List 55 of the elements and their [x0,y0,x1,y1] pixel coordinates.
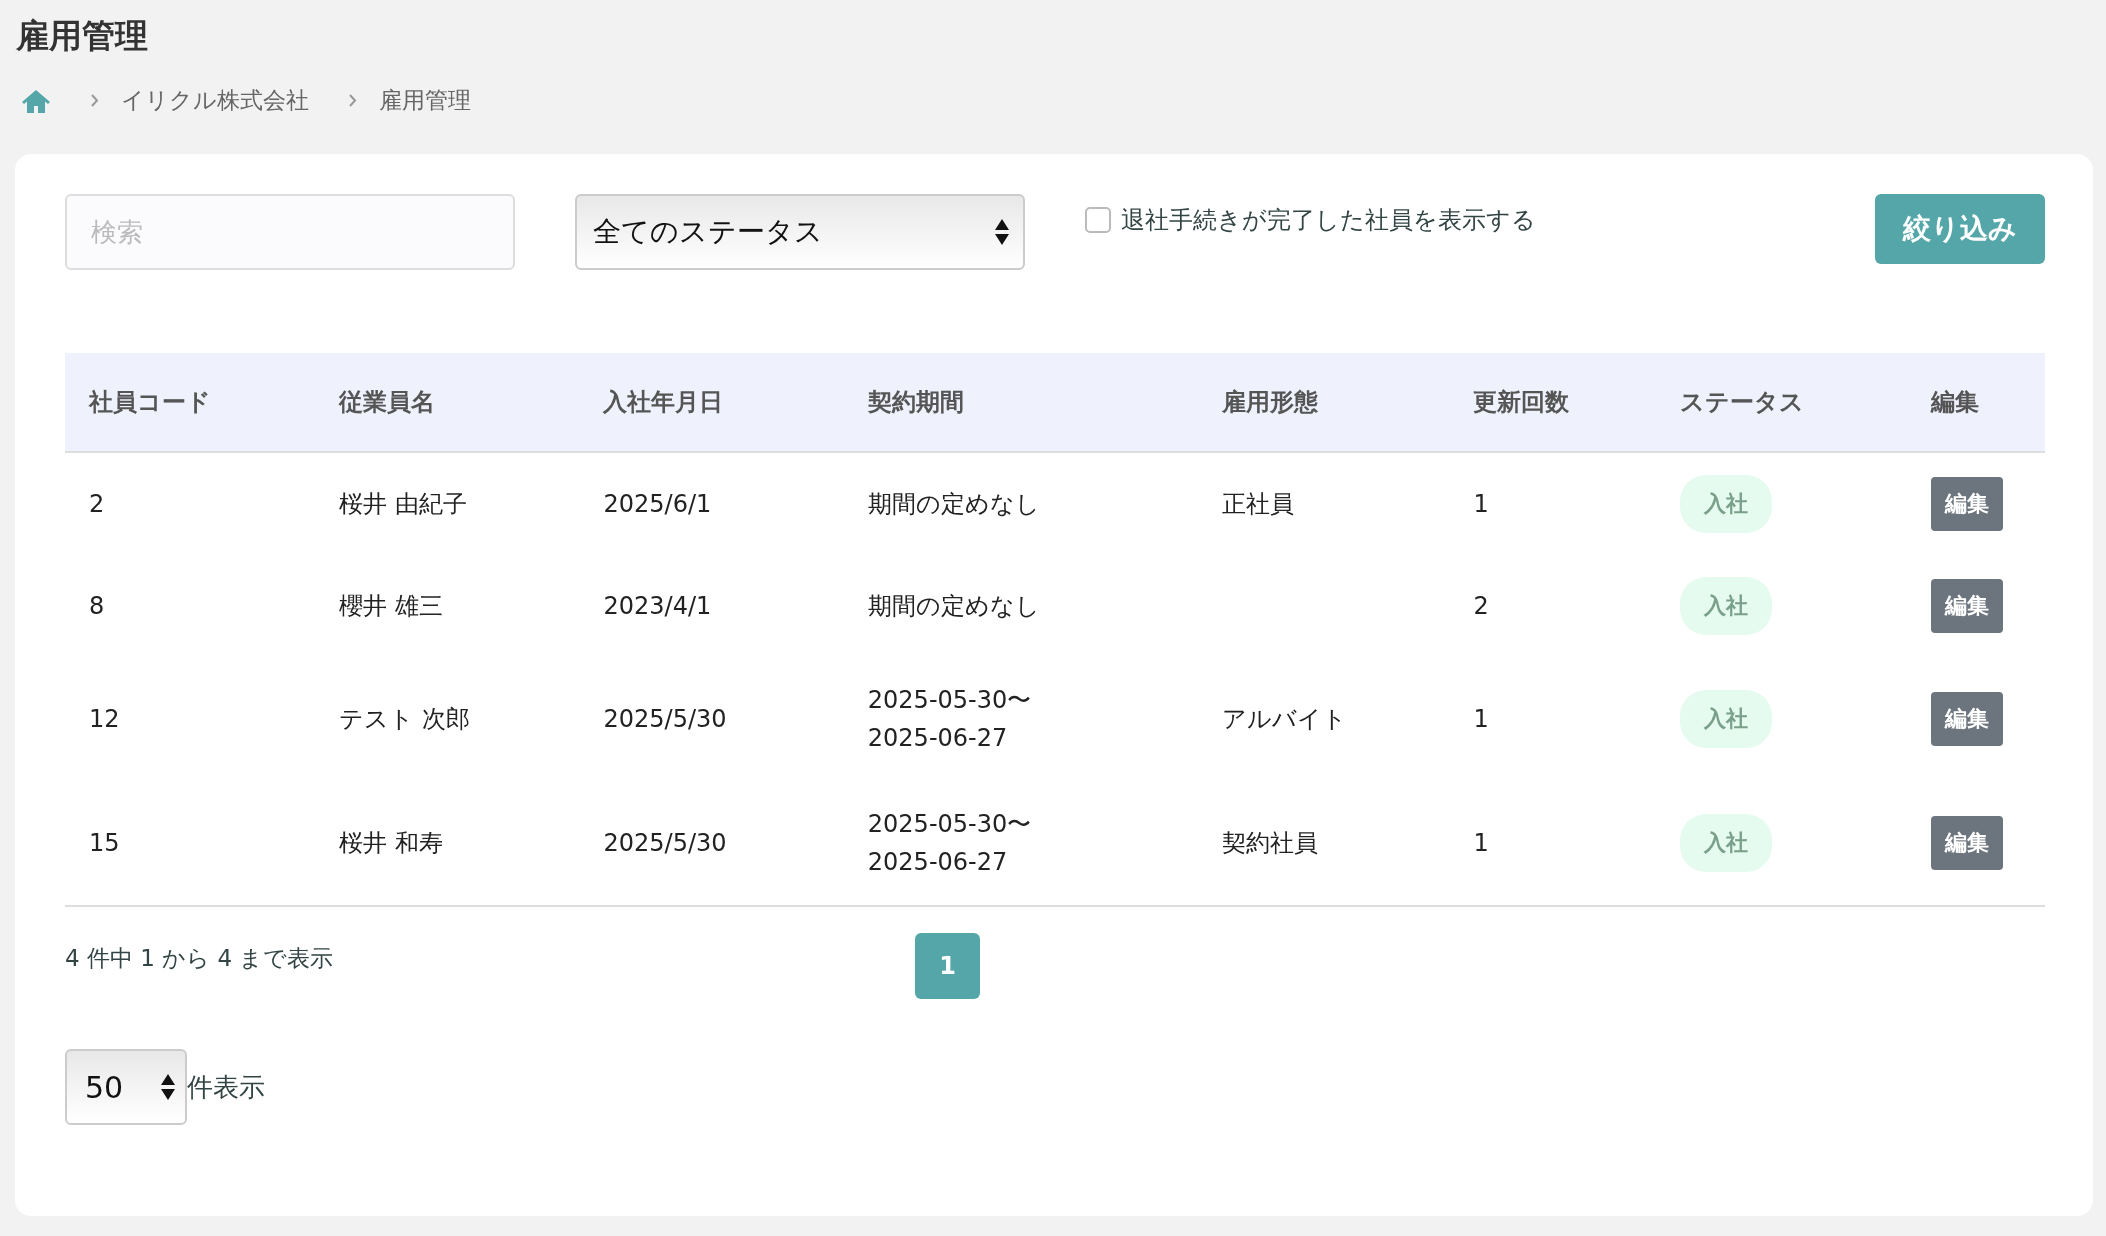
page-button[interactable]: 1 [915,933,980,999]
table-cell: 2025/6/1 [579,452,844,555]
column-header: 更新回数 [1449,353,1657,452]
column-header: 社員コード [65,353,316,452]
table-cell: 1 [1449,781,1657,906]
table-cell-text: 8 [88,591,106,622]
table-cell-text: アルバイト [1221,704,1349,735]
status-badge: 入社 [1680,690,1773,748]
pagination-info: 4 件中 1 から 4 まで表示 [65,944,335,973]
table-cell: 2025/5/30 [579,781,844,906]
checkbox-label: 退社手続きが完了した社員を表示する [1121,205,1536,236]
table-cell-text: 2025-05-30〜 2025-06-27 [866,685,1033,754]
table-cell-text: テスト 次郎 [338,704,471,735]
page-title: 雇用管理 [16,15,149,57]
page-size-label: 件表示 [187,1070,265,1104]
table-cell: 期間の定めなし [843,452,1199,555]
column-header: 従業員名 [315,353,580,452]
table-cell: 契約社員 [1198,781,1450,906]
table-cell: 正社員 [1198,452,1450,555]
chevron-icon [91,94,99,107]
table-cell: 2025-05-30〜 2025-06-27 [843,781,1199,906]
edit-button[interactable]: 編集 [1931,816,2004,870]
table-cell-text: 2023/4/1 [602,591,713,622]
status-select[interactable]: 全てのステータス [575,194,1025,270]
table-cell: 1 [1449,452,1657,555]
table-cell-text: 櫻井 雄三 [338,591,444,622]
updown-icon [161,1074,175,1100]
filter-button[interactable]: 絞り込み [1875,194,2045,264]
column-header: ステータス [1656,353,1908,452]
column-header: 編集 [1907,353,2045,452]
table-cell-text: 期間の定めなし [866,591,1041,622]
checkbox[interactable] [1085,207,1111,233]
column-header: 雇用形態 [1198,353,1450,452]
table-cell-text: 2 [1472,591,1490,622]
edit-button[interactable]: 編集 [1931,692,2004,746]
edit-button[interactable]: 編集 [1931,579,2004,633]
updown-icon [995,219,1009,245]
column-header: 入社年月日 [579,353,844,452]
table-cell: 15 [65,781,316,906]
table-cell: 桜井 和寿 [315,781,580,906]
table-cell-text: 1 [1472,704,1490,735]
table-cell: 桜井 由紀子 [315,452,580,555]
column-header: 契約期間 [843,353,1199,452]
status-badge: 入社 [1680,475,1773,533]
table-cell-text: 12 [88,704,121,735]
search-field[interactable]: 検索 [65,194,515,270]
chevron-icon [349,94,357,107]
status-badge: 入社 [1680,814,1773,872]
edit-button[interactable]: 編集 [1931,477,2004,531]
breadcrumb-link[interactable]: イリクル株式会社 [121,85,309,116]
page-size-select[interactable]: 50 [65,1049,187,1125]
home-icon[interactable] [21,87,51,114]
table-cell-text: 2025/5/30 [602,704,728,735]
table-cell: 2 [65,452,316,555]
status-badge: 入社 [1680,577,1773,635]
